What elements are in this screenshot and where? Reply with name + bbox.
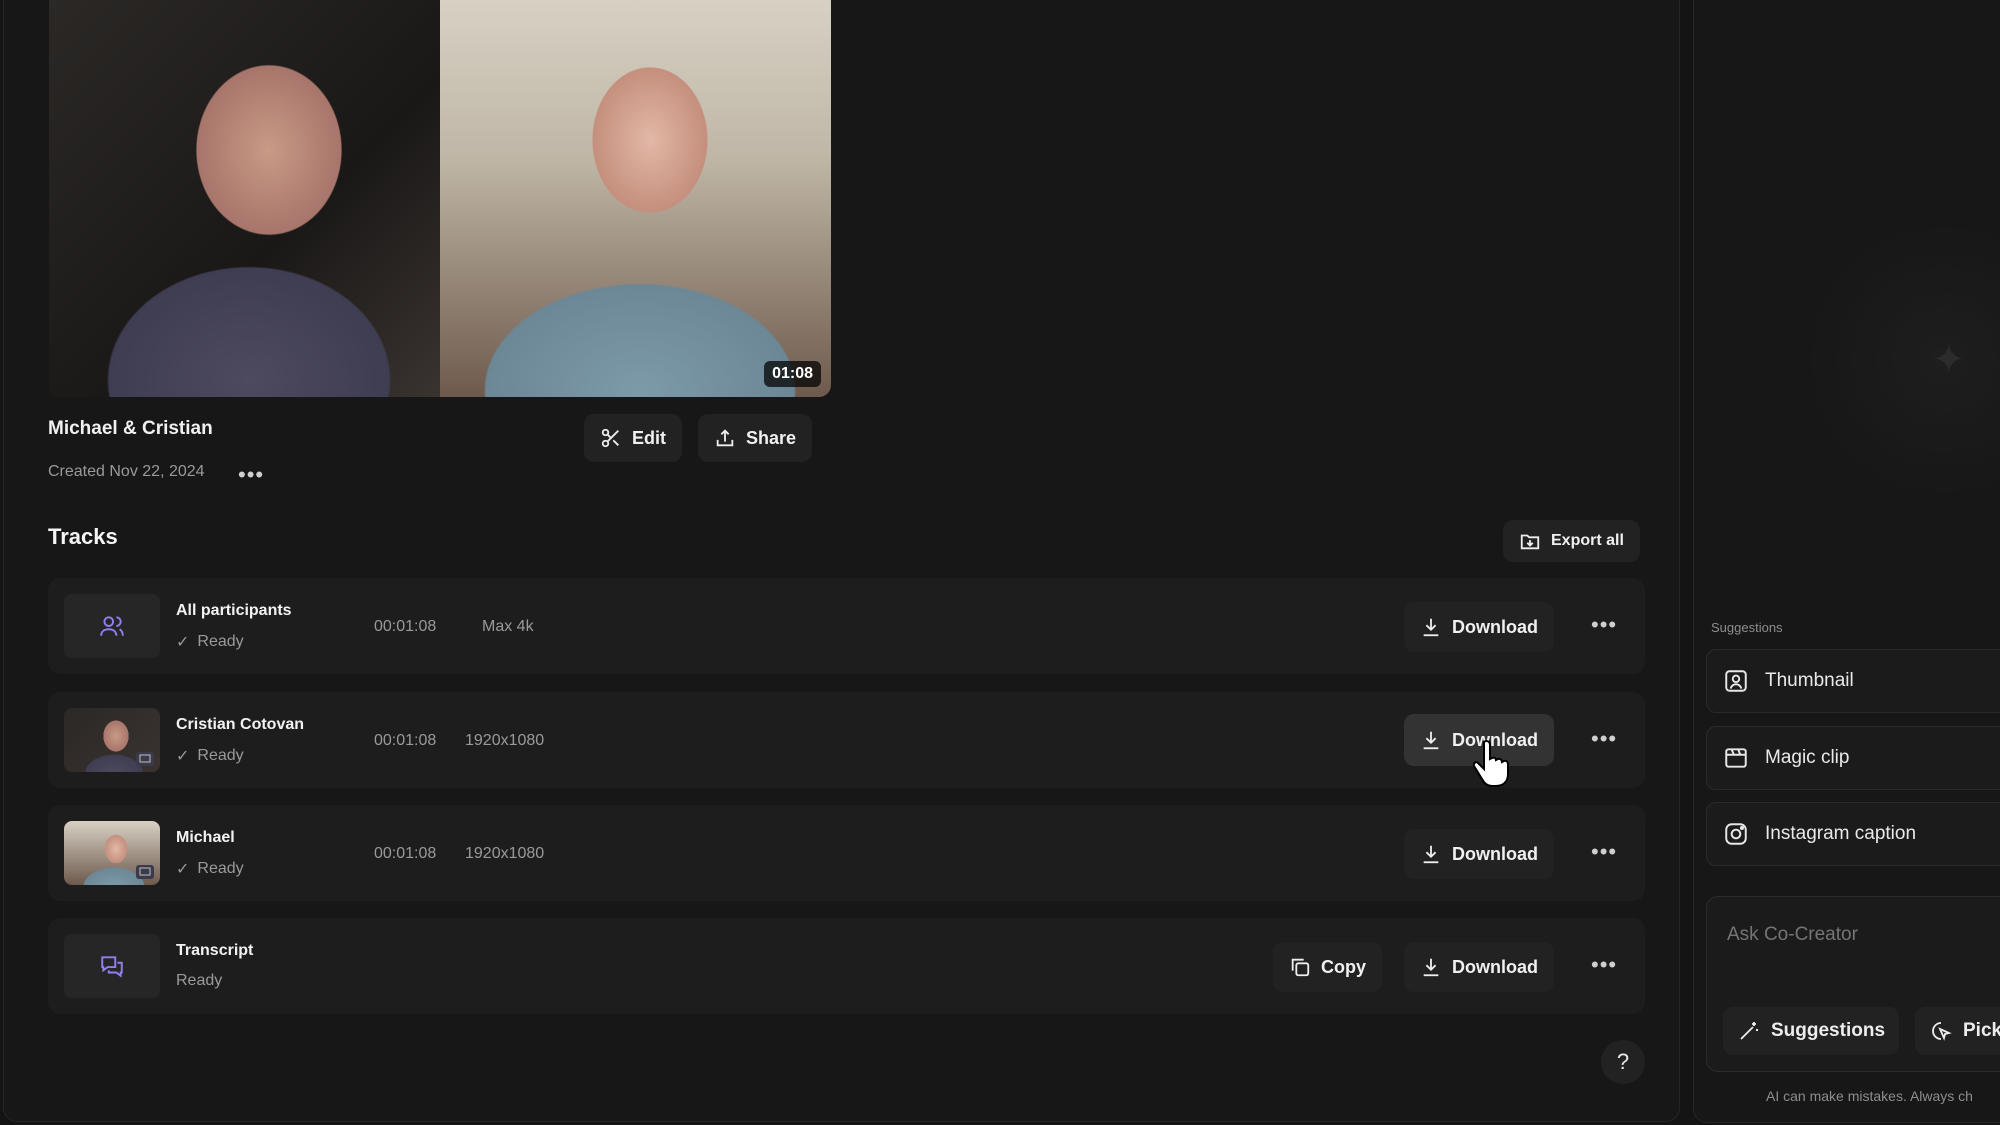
status-label: Ready — [197, 747, 244, 764]
track-row-michael: Michael ✓ Ready 00:01:08 1920x1080 Downl… — [48, 805, 1645, 901]
chat-bubbles-icon — [101, 956, 123, 978]
folder-download-icon — [1520, 534, 1540, 550]
track-resolution: 1920x1080 — [465, 845, 545, 862]
track-status: ✓ Ready — [176, 632, 244, 652]
track-status: ✓ Ready — [176, 746, 244, 766]
participant-thumbnail — [64, 708, 160, 772]
recording-title: Michael & Cristian — [48, 418, 213, 439]
ask-co-creator-box: Suggestions Pick — [1706, 896, 2000, 1072]
suggestions-chip-label: Suggestions — [1771, 1020, 1886, 1041]
track-more-button[interactable]: ••• — [1591, 954, 1617, 976]
participant-video-cristian — [49, 0, 440, 397]
download-icon — [1423, 845, 1439, 864]
share-button[interactable]: Share — [698, 414, 813, 462]
ask-co-creator-input[interactable] — [1725, 923, 2000, 947]
suggestion-instagram-caption[interactable]: Instagram caption — [1706, 802, 2000, 866]
pick-icon — [1932, 1022, 1952, 1041]
download-button[interactable]: Download — [1404, 942, 1554, 992]
track-row-cristian: Cristian Cotovan ✓ Ready 00:01:08 1920x1… — [48, 692, 1645, 788]
pick-chip[interactable]: Pick — [1915, 1007, 2000, 1055]
track-name: Transcript — [176, 942, 254, 959]
download-button[interactable]: Download — [1404, 602, 1554, 652]
suggestion-label: Instagram caption — [1765, 823, 1917, 844]
panel-header-area — [1694, 0, 2000, 580]
video-preview[interactable]: 01:08 — [49, 0, 831, 397]
track-row-transcript: Transcript Ready Copy Download ••• — [48, 918, 1645, 1014]
status-label: Ready — [197, 860, 244, 877]
recording-more-button[interactable]: ••• — [238, 464, 264, 486]
users-icon — [100, 616, 124, 636]
share-label: Share — [746, 427, 797, 448]
scissors-icon — [601, 428, 619, 448]
suggestion-thumbnail[interactable]: Thumbnail — [1706, 649, 2000, 713]
track-duration: 00:01:08 — [374, 618, 437, 635]
track-duration: 00:01:08 — [374, 732, 437, 749]
ai-disclaimer: AI can make mistakes. Always ch — [1766, 1088, 1973, 1104]
copy-label: Copy — [1321, 956, 1366, 977]
suggestions-label: Suggestions — [1711, 620, 1783, 635]
track-name: Michael — [176, 829, 235, 846]
track-duration: 00:01:08 — [374, 845, 437, 862]
download-label: Download — [1452, 616, 1538, 637]
copy-icon — [1291, 958, 1310, 977]
track-resolution: 1920x1080 — [465, 732, 545, 749]
track-row-all-participants: All participants ✓ Ready 00:01:08 Max 4k… — [48, 578, 1645, 674]
copy-button[interactable]: Copy — [1273, 942, 1382, 992]
track-thumb — [64, 594, 160, 658]
participant-thumbnail — [64, 821, 160, 885]
track-more-button[interactable]: ••• — [1591, 841, 1617, 863]
suggestion-label: Magic clip — [1765, 747, 1850, 768]
download-icon — [1423, 618, 1439, 637]
export-all-button[interactable]: Export all — [1503, 520, 1640, 562]
clip-icon — [1725, 748, 1747, 768]
download-icon — [1423, 958, 1439, 977]
track-thumb — [64, 934, 160, 998]
track-status: ✓ Ready — [176, 859, 244, 879]
instagram-icon — [1725, 823, 1747, 845]
hand-cursor-icon — [1472, 740, 1509, 787]
upload-icon — [716, 429, 734, 447]
portrait-icon — [1725, 670, 1747, 692]
pick-chip-label: Pick — [1963, 1020, 2000, 1041]
participant-video-michael — [440, 0, 831, 397]
co-creator-panel: ✦ Suggestions Thumbnail Magic clip Insta… — [1693, 0, 2000, 1123]
video-duration-badge: 01:08 — [764, 361, 821, 387]
track-more-button[interactable]: ••• — [1591, 728, 1617, 750]
export-all-label: Export all — [1551, 532, 1624, 549]
download-button[interactable]: Download — [1404, 829, 1554, 879]
suggestion-magic-clip[interactable]: Magic clip — [1706, 726, 2000, 790]
track-name: All participants — [176, 602, 292, 619]
edit-label: Edit — [632, 427, 666, 448]
screen-icon — [136, 752, 154, 766]
tracks-heading: Tracks — [48, 524, 118, 549]
help-button[interactable]: ? — [1601, 1040, 1645, 1084]
check-icon: ✓ — [176, 861, 190, 878]
suggestions-chip[interactable]: Suggestions — [1723, 1007, 1900, 1055]
created-date: Created Nov 22, 2024 — [48, 463, 205, 480]
sparkle-icon: ✦ — [1932, 338, 1966, 382]
screen-icon — [136, 865, 154, 879]
download-label: Download — [1452, 843, 1538, 864]
track-status: Ready — [176, 972, 222, 990]
track-resolution: Max 4k — [482, 618, 534, 635]
status-label: Ready — [197, 633, 244, 650]
check-icon: ✓ — [176, 748, 190, 765]
main-panel: 01:08 Michael & Cristian Created Nov 22,… — [3, 0, 1680, 1122]
edit-button[interactable]: Edit — [584, 414, 682, 462]
track-name: Cristian Cotovan — [176, 716, 305, 733]
check-icon: ✓ — [176, 634, 190, 651]
magic-wand-icon — [1740, 1022, 1758, 1040]
track-more-button[interactable]: ••• — [1591, 614, 1617, 636]
suggestion-label: Thumbnail — [1765, 670, 1854, 691]
download-label: Download — [1452, 956, 1538, 977]
download-icon — [1423, 731, 1439, 750]
status-label: Ready — [176, 972, 223, 989]
